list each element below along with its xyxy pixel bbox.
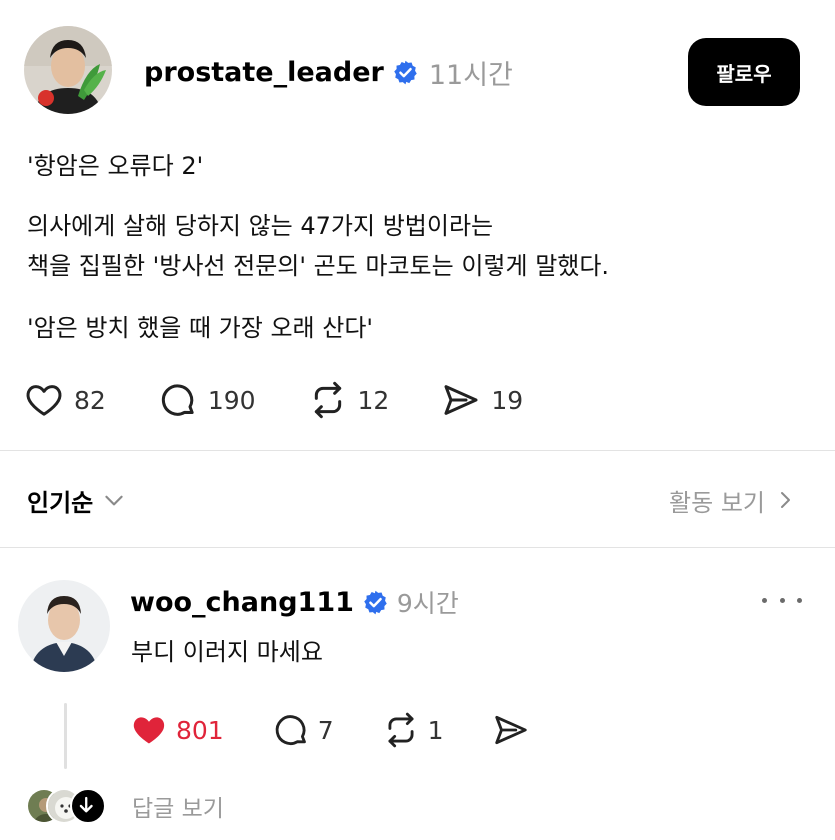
reply-author-row: woo_chang111 9시간 [130,582,459,622]
share-count: 19 [491,385,524,415]
post-header: prostate_leader 11시간 팔로우 [24,26,800,114]
sort-dropdown[interactable]: 인기순 [27,483,127,518]
view-activity-link[interactable]: 활동 보기 [669,483,797,518]
reply-like-button[interactable]: 801 [130,711,224,749]
post-time: 11시간 [428,59,513,91]
reply-comment-count: 7 [317,715,334,745]
post-paragraph-2: 의사에게 살해 당하지 않는 47가지 방법이라는 책을 집필한 '방사선 전문… [27,206,609,286]
view-replies-button[interactable]: 답글 보기 [26,786,224,826]
repost-count: 12 [357,385,390,415]
share-icon [444,385,478,415]
heart-icon [26,385,62,416]
divider [0,450,835,451]
reply-avatar[interactable] [18,580,110,672]
reply-share-button[interactable] [492,711,530,749]
verified-icon [392,59,419,86]
divider [0,547,835,548]
reply-text: 부디 이러지 마세요 [131,638,323,666]
reply-comment-button[interactable]: 7 [272,711,334,749]
comment-button[interactable]: 190 [158,380,256,420]
follow-button[interactable]: 팔로우 [688,38,800,106]
repost-icon [388,712,414,748]
post-paragraph-2-line-2: 책을 집필한 '방사선 전문의' 곤도 마코토는 이렇게 말했다. [27,252,610,280]
chevron-right-icon [781,492,790,508]
reply-username[interactable]: woo_chang111 [130,587,354,618]
post-paragraph-3: '암은 방치 했을 때 가장 오래 산다' [27,314,374,342]
reply-like-count: 801 [176,715,224,745]
arrow-down-icon [70,788,106,824]
share-icon [494,715,527,745]
comment-count: 190 [207,385,256,415]
share-button[interactable]: 19 [441,380,523,420]
repost-icon [314,381,341,419]
reply-actions: 801 7 1 [130,708,578,752]
thread-line [64,703,67,769]
post-paragraph-2-line-1: 의사에게 살해 당하지 않는 47가지 방법이라는 [27,212,494,240]
reply-repost-button[interactable]: 1 [382,711,444,749]
reply-time: 9시간 [396,589,459,618]
sort-label: 인기순 [27,488,94,517]
author-username[interactable]: prostate_leader [144,57,384,88]
heart-icon [133,717,165,744]
sort-row: 인기순 활동 보기 [27,478,797,522]
more-icon[interactable] [762,588,802,612]
reply-avatars [26,788,106,824]
comment-icon [161,384,194,416]
chevron-down-icon [105,495,123,506]
reply-repost-count: 1 [427,715,444,745]
like-button[interactable]: 82 [24,380,106,420]
comment-icon [275,715,306,745]
post-paragraph-1: '항암은 오류다 2' [27,152,204,180]
view-activity-label: 활동 보기 [669,488,765,517]
post-actions: 82 190 12 19 [24,378,575,422]
verified-icon [362,589,389,616]
like-count: 82 [74,385,106,415]
repost-button[interactable]: 12 [308,380,390,420]
author-avatar[interactable] [24,26,112,114]
author-row: prostate_leader 11시간 [144,52,513,92]
view-replies-label: 답글 보기 [132,796,224,822]
